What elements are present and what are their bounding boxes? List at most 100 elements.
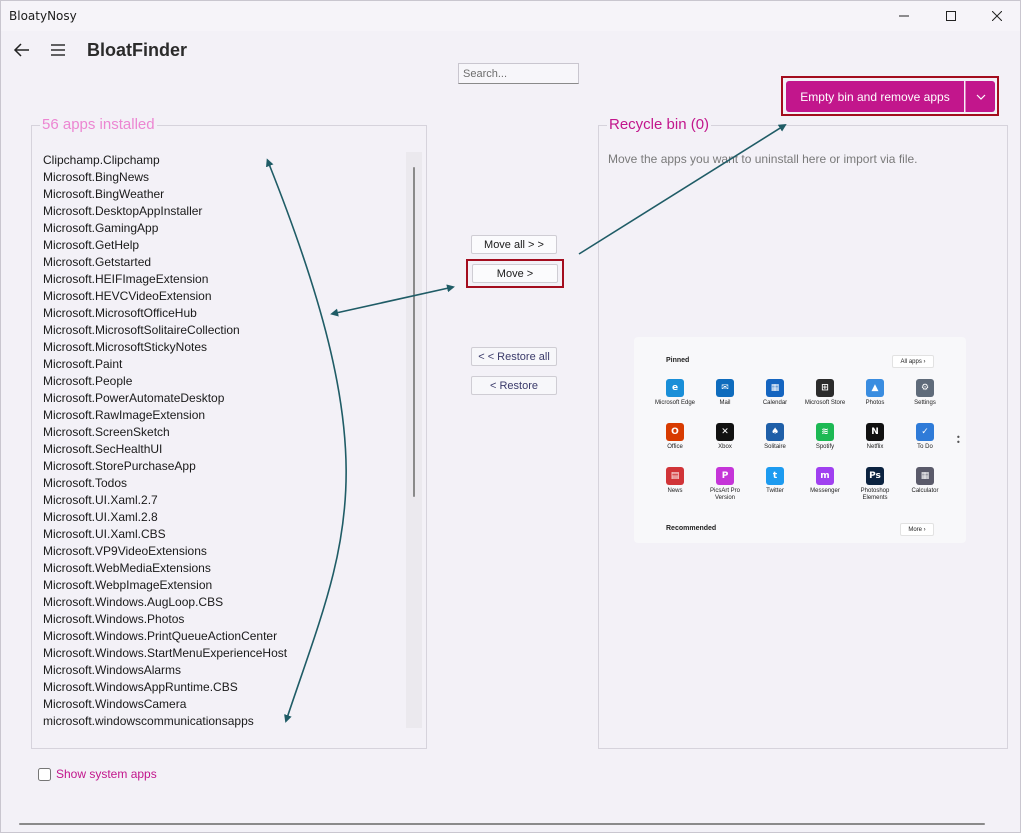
start-menu-grid: e Microsoft Edge ✉ Mail ▦ Calendar ⊞ Microsoft … bbox=[650, 379, 950, 503]
app-list-item[interactable]: Microsoft.PowerAutomateDesktop bbox=[43, 390, 403, 407]
show-system-apps-checkbox[interactable] bbox=[38, 767, 51, 781]
settings-icon: ⚙ bbox=[916, 379, 934, 397]
page-title: BloatFinder bbox=[87, 40, 188, 60]
app-list-item[interactable]: Microsoft.Windows.PrintQueueActionCenter bbox=[43, 628, 403, 645]
photos-icon: ▲ bbox=[866, 379, 884, 397]
start-menu-tile-label: Photoshop Elements bbox=[860, 488, 890, 501]
installed-apps-count: 56 apps installed bbox=[40, 116, 157, 133]
move-button-highlight: Move > bbox=[466, 259, 564, 288]
app-list-item[interactable]: Microsoft.WebMediaExtensions bbox=[43, 560, 403, 577]
window-title: BloatyNosy bbox=[9, 9, 77, 23]
start-menu-tile: ▲ Photos bbox=[850, 379, 900, 415]
search-input[interactable] bbox=[458, 63, 579, 84]
app-list-item[interactable]: Clipchamp.Clipchamp bbox=[43, 152, 403, 169]
app-list-item[interactable]: Microsoft.ScreenSketch bbox=[43, 424, 403, 441]
horizontal-scrollbar[interactable] bbox=[19, 823, 985, 825]
app-list-item[interactable]: Microsoft.UI.Xaml.CBS bbox=[43, 526, 403, 543]
empty-bin-dropdown-button[interactable] bbox=[965, 81, 995, 112]
app-list-item[interactable]: Microsoft.DesktopAppInstaller bbox=[43, 203, 403, 220]
app-list-scrollbar[interactable] bbox=[406, 152, 422, 728]
messenger-icon: m bbox=[816, 467, 834, 485]
start-menu-tile: t Twitter bbox=[750, 467, 800, 503]
show-system-apps-option: Show system apps bbox=[38, 767, 157, 781]
app-list-item[interactable]: Microsoft.Windows.Photos bbox=[43, 611, 403, 628]
calendar-icon: ▦ bbox=[766, 379, 784, 397]
app-list-item[interactable]: Microsoft.GetHelp bbox=[43, 237, 403, 254]
start-menu-tile-label: Photos bbox=[865, 400, 885, 406]
start-menu-page-dots: • • bbox=[956, 433, 961, 447]
start-menu-tile: ▦ Calendar bbox=[750, 379, 800, 415]
app-list-item[interactable]: Microsoft.Paint bbox=[43, 356, 403, 373]
start-menu-tile-label: PicsArt Pro Version bbox=[709, 488, 740, 501]
app-list-item[interactable]: Microsoft.StorePurchaseApp bbox=[43, 458, 403, 475]
hamburger-menu-icon[interactable] bbox=[49, 41, 67, 59]
start-menu-tile: ✓ To Do bbox=[900, 423, 950, 459]
app-list-item[interactable]: Microsoft.HEVCVideoExtension bbox=[43, 288, 403, 305]
start-menu-illustration: Pinned All apps › e Microsoft Edge ✉ Mail ▦ C… bbox=[634, 337, 966, 543]
start-menu-tile-label: To Do bbox=[917, 444, 933, 450]
installed-apps-group: 56 apps installed Clipchamp.Clipchamp Mic… bbox=[31, 116, 427, 749]
back-arrow-icon[interactable] bbox=[13, 41, 31, 59]
start-menu-tile-label: Netflix bbox=[866, 444, 884, 450]
app-list-item[interactable]: Microsoft.RawImageExtension bbox=[43, 407, 403, 424]
app-list-item[interactable]: Microsoft.WindowsAppRuntime.CBS bbox=[43, 679, 403, 696]
chevron-down-icon bbox=[976, 94, 985, 100]
app-list-item[interactable]: Microsoft.GamingApp bbox=[43, 220, 403, 237]
show-system-apps-label[interactable]: Show system apps bbox=[56, 767, 157, 781]
app-list-item[interactable]: Microsoft.WindowsAlarms bbox=[43, 662, 403, 679]
start-menu-tile-label: Messenger bbox=[810, 488, 840, 494]
move-button[interactable]: Move > bbox=[472, 264, 558, 283]
app-list-item[interactable]: Microsoft.MicrosoftStickyNotes bbox=[43, 339, 403, 356]
start-menu-tile: ✕ Xbox bbox=[700, 423, 750, 459]
app-list-item[interactable]: Microsoft.WebpImageExtension bbox=[43, 577, 403, 594]
start-menu-tile: Ps Photoshop Elements bbox=[850, 467, 900, 503]
app-list-item[interactable]: Microsoft.Windows.AugLoop.CBS bbox=[43, 594, 403, 611]
start-menu-tile: m Messenger bbox=[800, 467, 850, 503]
recycle-bin-title: Recycle bin (0) bbox=[607, 116, 712, 133]
app-window: BloatyNosy BloatFinder Empty bin and rem… bbox=[0, 0, 1021, 833]
installed-apps-list[interactable]: Clipchamp.Clipchamp Microsoft.BingNews Mic… bbox=[43, 152, 403, 730]
start-menu-tile-label: Office bbox=[667, 444, 683, 450]
start-menu-tile-label: Spotify bbox=[815, 444, 835, 450]
restore-all-button[interactable]: < < Restore all bbox=[471, 347, 557, 366]
app-list-item[interactable]: Microsoft.SecHealthUI bbox=[43, 441, 403, 458]
start-menu-tile-label: Microsoft Edge bbox=[654, 400, 696, 406]
calculator-icon: ▦ bbox=[916, 467, 934, 485]
maximize-button[interactable] bbox=[928, 1, 974, 31]
store-icon: ⊞ bbox=[816, 379, 834, 397]
app-list-item[interactable]: Microsoft.MicrosoftOfficeHub bbox=[43, 305, 403, 322]
empty-bin-button[interactable]: Empty bin and remove apps bbox=[786, 81, 964, 112]
app-list-item[interactable]: Microsoft.HEIFImageExtension bbox=[43, 271, 403, 288]
app-list-item[interactable]: Microsoft.Windows.StartMenuExperienceHos… bbox=[43, 645, 403, 662]
app-list-item[interactable]: Microsoft.BingWeather bbox=[43, 186, 403, 203]
app-list-item[interactable]: Microsoft.BingNews bbox=[43, 169, 403, 186]
close-button[interactable] bbox=[974, 1, 1020, 31]
app-list-item[interactable]: microsoft.windowscommunicationsapps bbox=[43, 713, 403, 730]
app-list-item[interactable]: Microsoft.People bbox=[43, 373, 403, 390]
picsart-icon: P bbox=[716, 467, 734, 485]
app-list-item[interactable]: Microsoft.UI.Xaml.2.7 bbox=[43, 492, 403, 509]
app-list-scroll-thumb[interactable] bbox=[413, 167, 415, 497]
start-menu-tile-label: Calculator bbox=[911, 488, 939, 494]
xbox-icon: ✕ bbox=[716, 423, 734, 441]
app-list-item[interactable]: Microsoft.UI.Xaml.2.8 bbox=[43, 509, 403, 526]
app-list-item[interactable]: Microsoft.VP9VideoExtensions bbox=[43, 543, 403, 560]
restore-button[interactable]: < Restore bbox=[471, 376, 557, 395]
start-menu-more: More › bbox=[900, 523, 934, 536]
start-menu-tile: ▤ News bbox=[650, 467, 700, 503]
start-menu-tile-label: Settings bbox=[914, 400, 936, 406]
start-menu-tile-label: Solitaire bbox=[764, 444, 786, 450]
app-list-item[interactable]: Microsoft.WindowsCamera bbox=[43, 696, 403, 713]
start-menu-tile: ✉ Mail bbox=[700, 379, 750, 415]
minimize-button[interactable] bbox=[881, 1, 927, 31]
app-list-item[interactable]: Microsoft.MicrosoftSolitaireCollection bbox=[43, 322, 403, 339]
start-menu-tile-label: Mail bbox=[719, 400, 731, 406]
start-menu-tile: ⊞ Microsoft Store bbox=[800, 379, 850, 415]
move-all-button[interactable]: Move all > > bbox=[471, 235, 557, 254]
edge-icon: e bbox=[666, 379, 684, 397]
start-menu-tile-label: Microsoft Store bbox=[804, 400, 846, 406]
app-list-item[interactable]: Microsoft.Getstarted bbox=[43, 254, 403, 271]
start-menu-tile: N Netflix bbox=[850, 423, 900, 459]
office-icon: O bbox=[666, 423, 684, 441]
app-list-item[interactable]: Microsoft.Todos bbox=[43, 475, 403, 492]
